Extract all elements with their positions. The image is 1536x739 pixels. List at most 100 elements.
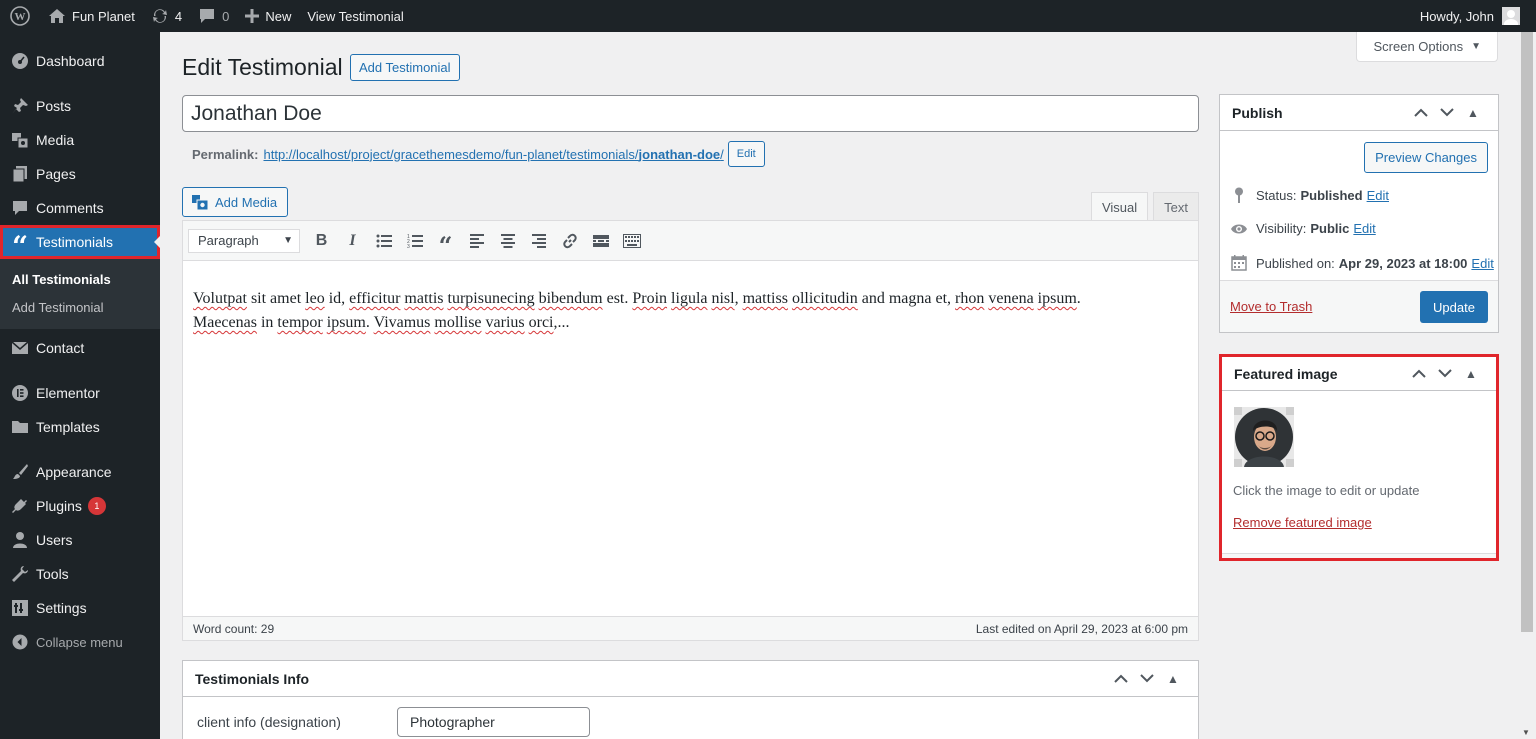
folder-icon <box>10 417 30 437</box>
view-testimonial-link[interactable]: View Testimonial <box>299 0 411 32</box>
submenu-add-testimonial[interactable]: Add Testimonial <box>0 294 160 322</box>
format-select[interactable]: Paragraph ▼ <box>188 228 300 253</box>
status-value: Published <box>1300 187 1363 203</box>
add-testimonial-button[interactable]: Add Testimonial <box>350 54 460 81</box>
scrollbar-thumb[interactable] <box>1521 32 1533 632</box>
chevron-up-icon[interactable] <box>1108 674 1134 683</box>
italic-icon[interactable]: I <box>337 227 368 255</box>
pushpin-icon <box>10 96 30 116</box>
comments-link[interactable]: 0 <box>190 0 237 32</box>
permalink-link[interactable]: http://localhost/project/gracethemesdemo… <box>263 147 723 162</box>
move-to-trash-link[interactable]: Move to Trash <box>1230 299 1312 314</box>
status-row: Status: Published Edit <box>1230 187 1389 203</box>
menu-dashboard[interactable]: Dashboard <box>0 44 160 78</box>
admin-bar: W Fun Planet 4 0 New View Testimonial Ho… <box>0 0 1536 32</box>
editor-content[interactable]: Volutpat sit amet leo id, efficitur matt… <box>183 261 1198 361</box>
remove-featured-image-link[interactable]: Remove featured image <box>1233 515 1372 530</box>
view-label: View Testimonial <box>307 8 404 24</box>
numbered-list-icon[interactable]: 123 <box>399 227 430 255</box>
toggle-arrow-icon[interactable]: ▲ <box>1160 672 1186 686</box>
editor-toolbar: Paragraph ▼ B I 123 “ <box>183 221 1198 261</box>
chevron-up-icon[interactable] <box>1408 108 1434 117</box>
featured-image-thumbnail[interactable] <box>1234 407 1294 467</box>
add-media-button[interactable]: Add Media <box>182 187 289 217</box>
menu-templates[interactable]: Templates <box>0 410 160 444</box>
bold-icon[interactable]: B <box>306 227 337 255</box>
content-editor: Paragraph ▼ B I 123 “ Volutpat sit amet … <box>182 220 1199 641</box>
menu-label: Testimonials <box>36 234 114 250</box>
menu-posts[interactable]: Posts <box>0 89 160 123</box>
screen-options-button[interactable]: Screen Options ▼ <box>1356 32 1498 62</box>
menu-label: Posts <box>36 98 72 114</box>
menu-label: Settings <box>36 600 87 616</box>
svg-text:W: W <box>15 11 26 23</box>
menu-pages[interactable]: Pages <box>0 157 160 191</box>
wordpress-logo-icon[interactable]: W <box>0 0 40 32</box>
new-content-link[interactable]: New <box>237 0 299 32</box>
menu-comments[interactable]: Comments <box>0 191 160 225</box>
window-scrollbar[interactable]: ▼ <box>1518 32 1536 739</box>
menu-users[interactable]: Users <box>0 523 160 557</box>
tab-visual[interactable]: Visual <box>1090 192 1149 221</box>
visibility-value: Public <box>1310 221 1350 236</box>
toggle-arrow-icon[interactable]: ▲ <box>1460 106 1486 120</box>
link-icon[interactable] <box>554 227 585 255</box>
post-title-input[interactable]: Jonathan Doe <box>182 95 1199 132</box>
chevron-up-icon[interactable] <box>1406 369 1432 378</box>
visibility-label: Visibility: <box>1256 221 1307 236</box>
menu-contact[interactable]: Contact <box>0 331 160 365</box>
published-edit-link[interactable]: Edit <box>1471 256 1493 271</box>
menu-appearance[interactable]: Appearance <box>0 455 160 489</box>
media-upload-icon <box>191 193 209 211</box>
menu-plugins[interactable]: Plugins 1 <box>0 489 160 523</box>
collapse-menu[interactable]: Collapse menu <box>0 625 160 659</box>
designation-label: client info (designation) <box>197 714 341 730</box>
site-name-link[interactable]: Fun Planet <box>40 0 143 32</box>
publish-box: Publish ▲ Preview Changes Status: Publis… <box>1219 94 1499 333</box>
published-row: Published on: Apr 29, 2023 at 18:00 Edit <box>1230 255 1494 271</box>
update-button[interactable]: Update <box>1420 291 1488 323</box>
eye-icon <box>1230 223 1248 235</box>
toggle-arrow-icon[interactable]: ▲ <box>1458 367 1484 381</box>
menu-settings[interactable]: Settings <box>0 591 160 625</box>
bullet-list-icon[interactable] <box>368 227 399 255</box>
menu-label: Templates <box>36 419 100 435</box>
toolbar-toggle-icon[interactable] <box>616 227 647 255</box>
designation-input[interactable]: Photographer <box>397 707 590 737</box>
comment-bubble-icon <box>198 8 216 24</box>
menu-testimonials[interactable]: “ Testimonials <box>0 225 160 261</box>
preview-changes-button[interactable]: Preview Changes <box>1364 142 1488 173</box>
menu-tools[interactable]: Tools <box>0 557 160 591</box>
pin-icon <box>1230 187 1248 203</box>
permalink-end: / <box>720 146 724 162</box>
status-edit-link[interactable]: Edit <box>1367 188 1389 203</box>
avatar <box>1502 7 1520 25</box>
scroll-down-arrow-icon[interactable]: ▼ <box>1522 728 1530 737</box>
menu-label: Dashboard <box>36 53 105 69</box>
chevron-down-icon[interactable] <box>1134 674 1160 683</box>
permalink-edit-button[interactable]: Edit <box>727 141 765 167</box>
chevron-down-icon[interactable] <box>1432 369 1458 378</box>
updates-link[interactable]: 4 <box>143 0 190 32</box>
align-right-icon[interactable] <box>523 227 554 255</box>
submenu-all-testimonials[interactable]: All Testimonials <box>0 266 160 294</box>
chevron-down-icon[interactable] <box>1434 108 1460 117</box>
menu-label: Media <box>36 132 75 148</box>
visibility-edit-link[interactable]: Edit <box>1353 221 1375 236</box>
read-more-icon[interactable] <box>585 227 616 255</box>
user-icon <box>10 530 30 550</box>
postbox-handles: ▲ <box>1408 106 1486 120</box>
permalink-slug: jonathan-doe <box>638 146 721 162</box>
comment-icon <box>10 198 30 218</box>
publish-actions: Move to Trash Update <box>1220 280 1498 332</box>
my-account[interactable]: Howdy, John <box>1420 0 1536 32</box>
menu-elementor[interactable]: Elementor <box>0 376 160 410</box>
blockquote-icon[interactable]: “ <box>430 227 461 257</box>
align-center-icon[interactable] <box>492 227 523 255</box>
align-left-icon[interactable] <box>461 227 492 255</box>
info-row: client info (designation) Photographer <box>183 697 1198 739</box>
menu-media[interactable]: Media <box>0 123 160 157</box>
caret-down-icon: ▼ <box>1471 41 1481 52</box>
postbox-header: Publish ▲ <box>1220 95 1498 131</box>
tab-text[interactable]: Text <box>1153 192 1199 221</box>
